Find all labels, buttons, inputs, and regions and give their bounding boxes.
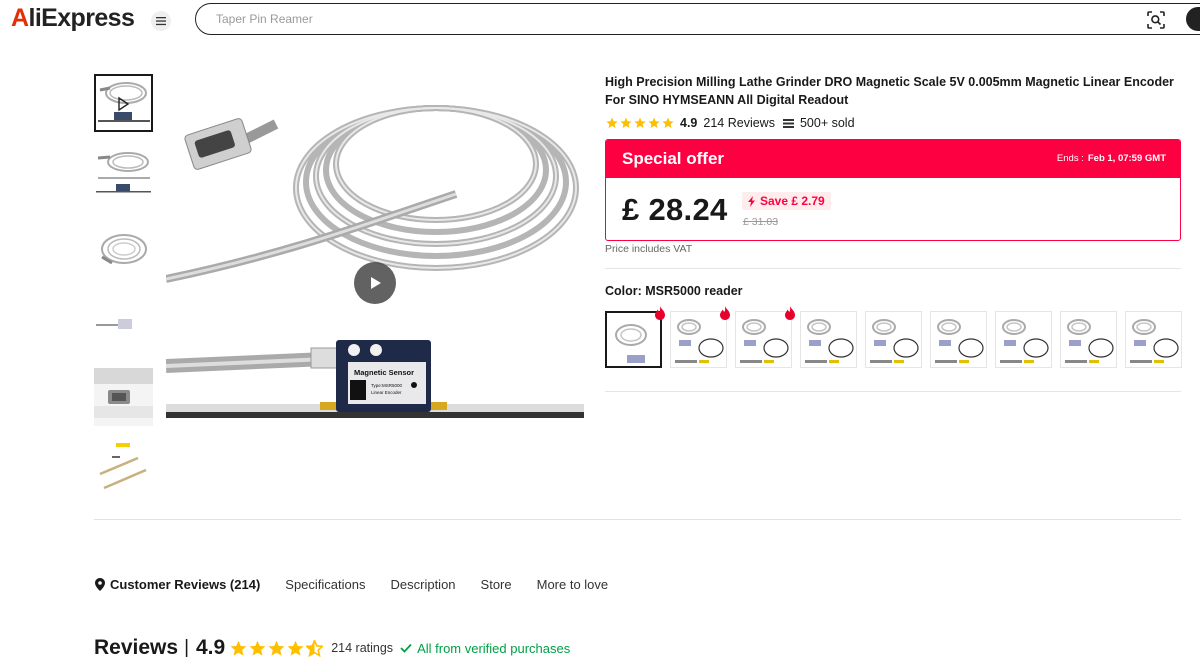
original-price: £ 31.03 [743,216,779,228]
reviews-separator: | [184,637,189,657]
header: AliExpress [0,0,1200,40]
tab-description[interactable]: Description [391,577,456,592]
main-product-image[interactable]: Magnetic Sensor Type:MSR5000 Linear Enco… [166,74,584,492]
hot-flame-icon [785,306,795,320]
sensor-type-label: Type:MSR5000 [371,383,403,388]
hot-flame-icon [720,306,730,320]
color-swatch[interactable] [930,311,987,368]
hot-flame-icon [655,306,665,320]
bolt-icon [748,195,755,207]
special-offer-box: Special offer Ends : Feb 1, 07:59 GMT £ 2… [605,139,1181,241]
offer-header: Special offer Ends : Feb 1, 07:59 GMT [606,140,1180,178]
sensor-encoder-label: Linear Encoder [371,390,402,395]
thumbnail-video[interactable] [94,74,153,132]
color-label: Color: MSR5000 reader [605,284,743,298]
reviews-title: Reviews [94,636,179,657]
save-badge: Save £ 2.79 [742,192,831,210]
sold-icon [782,118,794,128]
thumbnail-2[interactable] [94,221,153,279]
divider [605,391,1181,392]
tab-store[interactable]: Store [481,577,512,592]
rating-stars [606,117,674,129]
thumbnail-1[interactable] [94,148,153,206]
star-icon [268,640,285,656]
rating-value: 4.9 [680,116,698,130]
thumbnail-5[interactable] [94,440,153,498]
star-icon [230,640,247,656]
location-pin-icon [95,578,105,591]
color-swatch[interactable] [1125,311,1182,368]
color-swatch[interactable] [1060,311,1117,368]
search-bar [195,3,1200,35]
color-swatch[interactable] [865,311,922,368]
search-button[interactable] [1186,7,1200,31]
image-search-icon[interactable] [1146,10,1166,30]
color-swatch[interactable] [995,311,1052,368]
reviews-stars [230,639,324,657]
star-icon [662,117,674,128]
play-video-button[interactable] [354,262,396,304]
thumbnail-3[interactable] [94,295,153,353]
sold-count: 500+ sold [799,116,855,130]
menu-icon[interactable] [151,11,171,31]
vat-note: Price includes VAT [605,243,693,255]
divider [94,519,1181,520]
star-icon [634,117,646,128]
reviews-header: Reviews | 4.9 214 ratings All from verif… [94,636,570,657]
star-icon [620,117,632,128]
reviews-link[interactable]: 214 Reviews [703,116,775,130]
tab-specifications[interactable]: Specifications [285,577,365,592]
sensor-label: Magnetic Sensor [354,368,414,377]
divider [605,268,1181,269]
tab-customer-reviews[interactable]: Customer Reviews (214) [95,577,260,592]
star-icon [606,117,618,128]
star-icon [287,640,304,656]
star-icon [249,640,266,656]
ratings-count: 214 ratings [331,641,394,655]
aliexpress-logo[interactable]: AliExpress [11,4,135,33]
play-icon [371,277,381,289]
reviews-score: 4.9 [196,636,226,657]
thumbnail-4[interactable] [94,368,153,426]
product-title: High Precision Milling Lathe Grinder DRO… [605,75,1174,107]
tab-more-to-love[interactable]: More to love [537,577,609,592]
verified-purchases: All from verified purchases [400,641,570,656]
search-input[interactable] [216,10,916,28]
color-swatch[interactable] [800,311,857,368]
rating-summary: 4.9 214 Reviews 500+ sold [606,115,855,131]
star-icon [648,117,660,128]
section-tabs: Customer Reviews (214) Specifications De… [95,577,633,592]
current-price: £ 28.24 [622,192,728,227]
offer-label: Special offer [622,149,725,168]
check-icon [400,643,412,653]
half-star-icon [306,639,324,657]
offer-ends: Ends : Feb 1, 07:59 GMT [1056,153,1166,164]
